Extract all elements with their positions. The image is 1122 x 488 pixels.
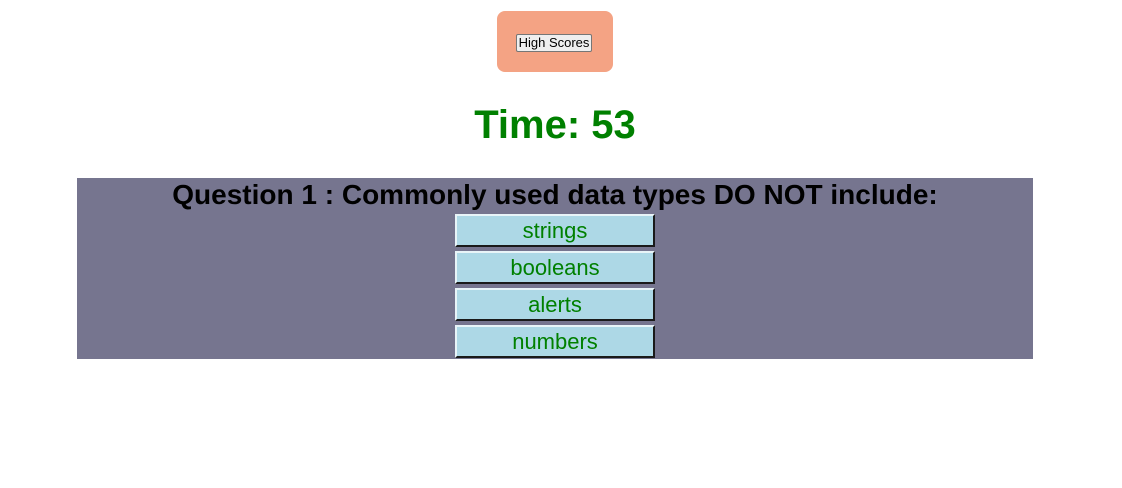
answer-list: strings booleans alerts numbers [455, 214, 655, 362]
answer-button-booleans[interactable]: booleans [455, 251, 655, 284]
answer-button-alerts[interactable]: alerts [455, 288, 655, 321]
quiz-panel: Question 1 : Commonly used data types DO… [77, 178, 1033, 359]
answer-button-strings[interactable]: strings [455, 214, 655, 247]
high-scores-button[interactable]: High Scores [516, 34, 592, 52]
answer-button-numbers[interactable]: numbers [455, 325, 655, 358]
high-scores-container: High Scores [497, 11, 613, 72]
page: High Scores Time: 53 Question 1 : Common… [0, 0, 1122, 488]
timer-display: Time: 53 [474, 103, 636, 147]
question-text: Question 1 : Commonly used data types DO… [172, 179, 938, 210]
